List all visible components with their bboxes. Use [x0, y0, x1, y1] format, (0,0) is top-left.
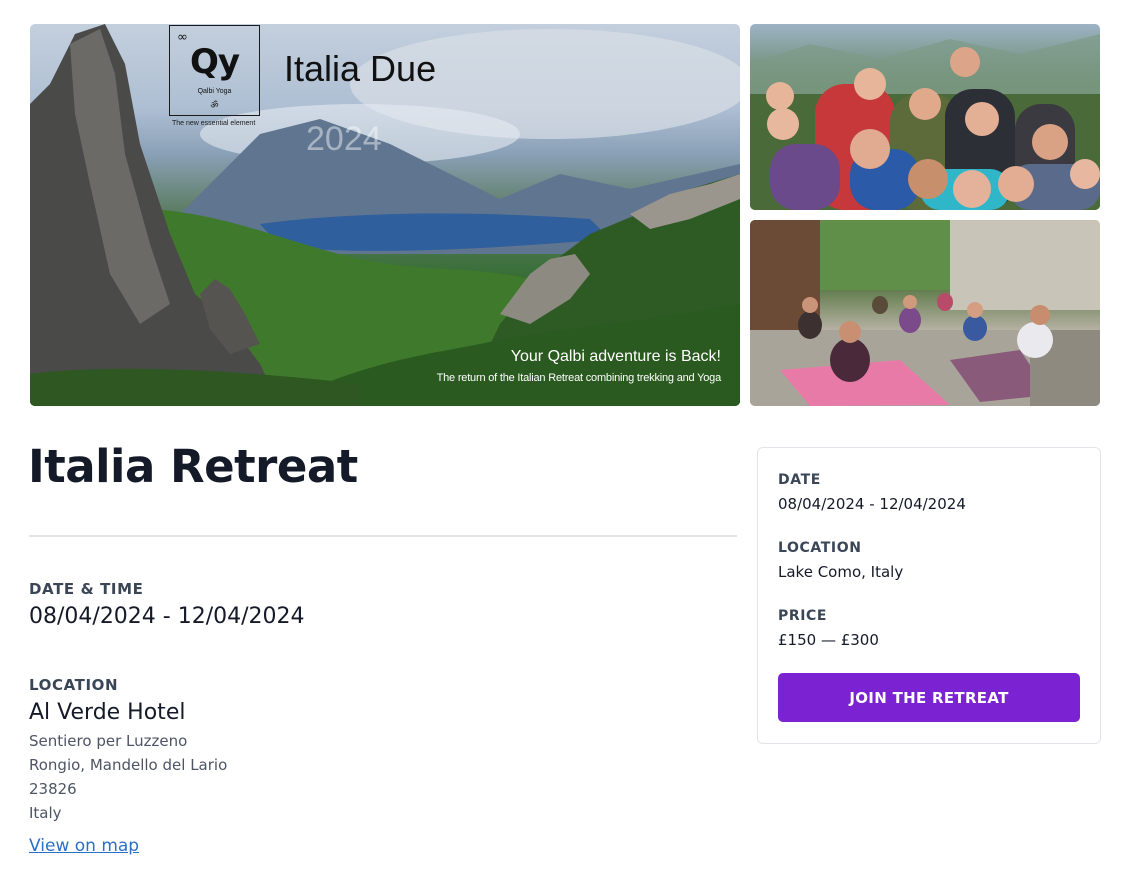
outdoor-yoga-photo[interactable]	[750, 220, 1100, 406]
card-location-label: LOCATION	[778, 540, 862, 556]
venue-name: Al Verde Hotel	[29, 700, 186, 725]
hero-year: 2024	[306, 120, 382, 158]
view-on-map-link[interactable]: View on map	[29, 836, 139, 856]
datetime-label: DATE & TIME	[29, 580, 144, 598]
event-summary-card: DATE 08/04/2024 - 12/04/2024 LOCATION La…	[757, 447, 1101, 744]
address-country: Italy	[29, 804, 62, 822]
logo-name: Qalbi Yoga	[197, 88, 232, 95]
location-label: LOCATION	[29, 676, 119, 694]
address-postcode: 23826	[29, 780, 77, 798]
logo-symbol: Qy	[189, 42, 240, 82]
group-selfie-photo[interactable]	[750, 24, 1100, 210]
datetime-value: 08/04/2024 - 12/04/2024	[29, 604, 305, 629]
address-line: Rongio, Mandello del Lario	[29, 756, 228, 774]
card-date-label: DATE	[778, 472, 821, 488]
card-location-value: Lake Como, Italy	[778, 563, 904, 581]
event-title: Italia Retreat	[28, 440, 358, 493]
yoga-class-illustration	[750, 220, 1100, 406]
hero-title: Italia Due	[284, 48, 437, 89]
brand-logo: ∞ Qy Qalbi Yoga ॐ	[169, 25, 260, 116]
join-retreat-button[interactable]: JOIN THE RETREAT	[778, 673, 1080, 722]
card-date-value: 08/04/2024 - 12/04/2024	[778, 495, 966, 513]
om-icon: ॐ	[210, 101, 219, 111]
title-divider	[29, 535, 737, 537]
group-photo-illustration	[750, 34, 1100, 210]
address-line: Sentiero per Luzzeno	[29, 732, 188, 750]
hero-subtitle: The return of the Italian Retreat combin…	[436, 372, 722, 384]
hero-tagline: Your Qalbi adventure is Back!	[510, 348, 721, 365]
hero-image[interactable]: ∞ Qy Qalbi Yoga ॐ The new essential elem…	[30, 24, 740, 406]
card-price-label: PRICE	[778, 608, 828, 624]
logo-tagline: The new essential element	[172, 120, 256, 127]
card-price-value: £150 — £300	[778, 631, 879, 649]
